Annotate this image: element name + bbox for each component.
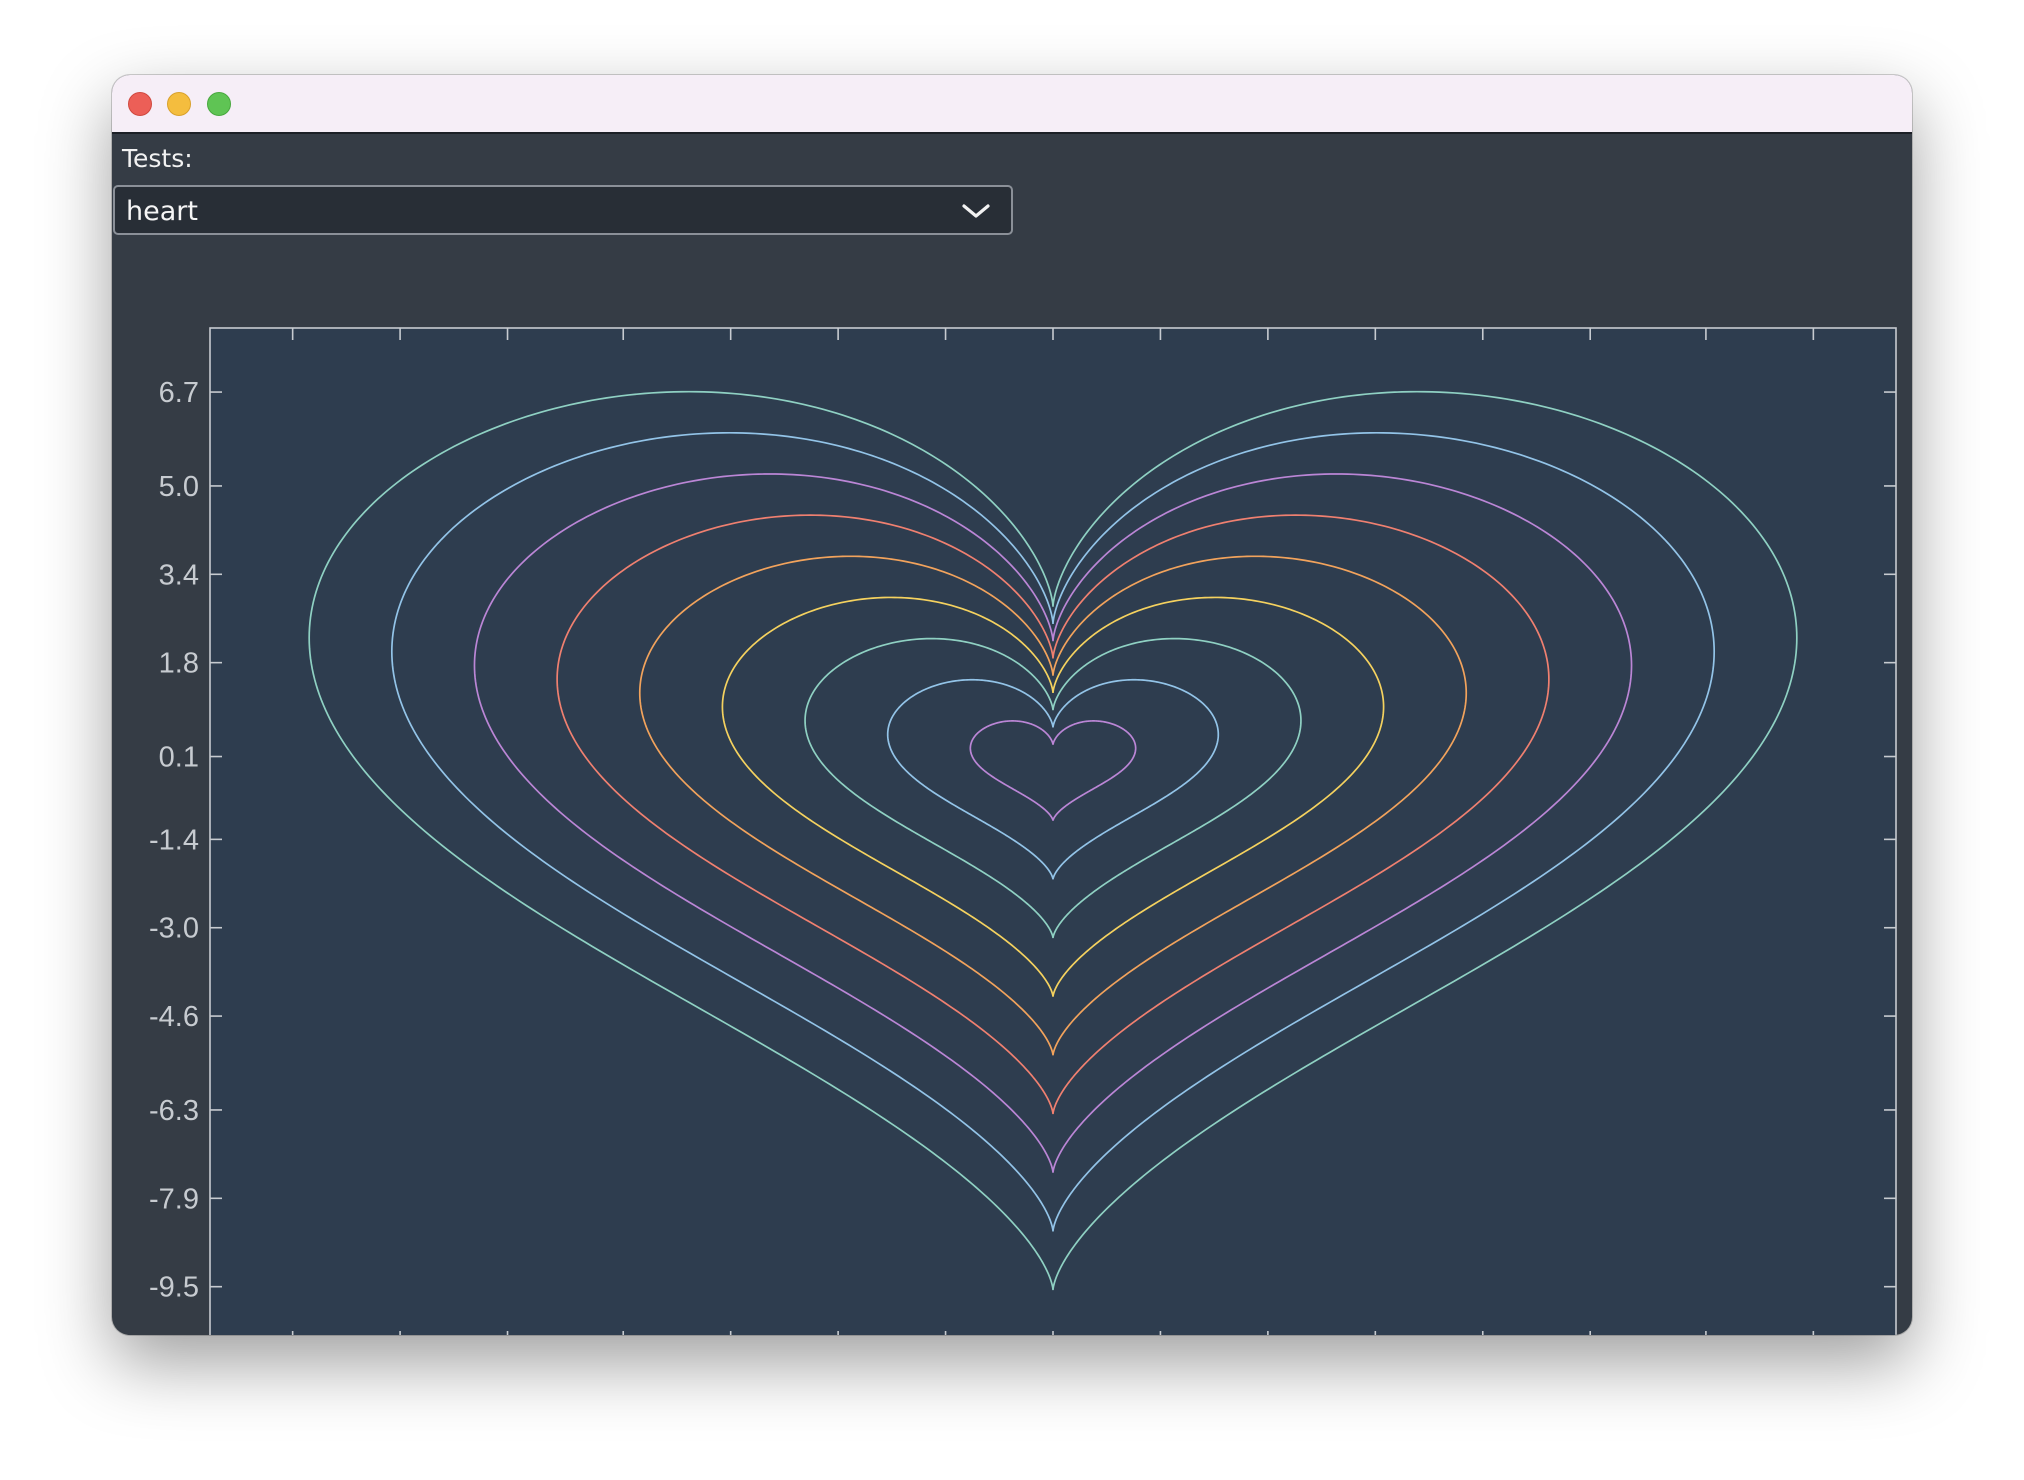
- y-tick-label: 3.4: [159, 559, 199, 591]
- maximize-window-button[interactable]: [207, 92, 231, 116]
- y-tick-label: 0.1: [159, 742, 199, 774]
- y-tick-label: 1.8: [159, 648, 199, 680]
- plot-area: [209, 327, 1897, 1335]
- close-window-button[interactable]: [128, 92, 152, 116]
- y-tick-label: -1.4: [149, 824, 199, 856]
- app-window: Tests: heart -9.2-7.9-6.6-5.2-3.9-2.6-1.…: [112, 75, 1912, 1335]
- minimize-window-button[interactable]: [167, 92, 191, 116]
- chevron-down-icon: [962, 204, 990, 218]
- y-tick-label: -7.9: [149, 1183, 199, 1215]
- title-bar: [112, 75, 1912, 134]
- heart-plot: -9.2-7.9-6.6-5.2-3.9-2.6-1.3-0.01.32.63.…: [149, 327, 1897, 1335]
- y-tick-label: -6.3: [149, 1095, 199, 1127]
- tests-dropdown-value: heart: [126, 196, 198, 227]
- y-tick-label: 5.0: [159, 471, 199, 503]
- y-tick-label: -9.5: [149, 1272, 199, 1304]
- y-tick-label: -3.0: [149, 913, 199, 945]
- y-tick-label: -4.6: [149, 1001, 199, 1033]
- tests-label: Tests:: [122, 144, 193, 173]
- y-tick-label: 6.7: [159, 377, 199, 409]
- tests-dropdown[interactable]: heart: [113, 185, 1013, 235]
